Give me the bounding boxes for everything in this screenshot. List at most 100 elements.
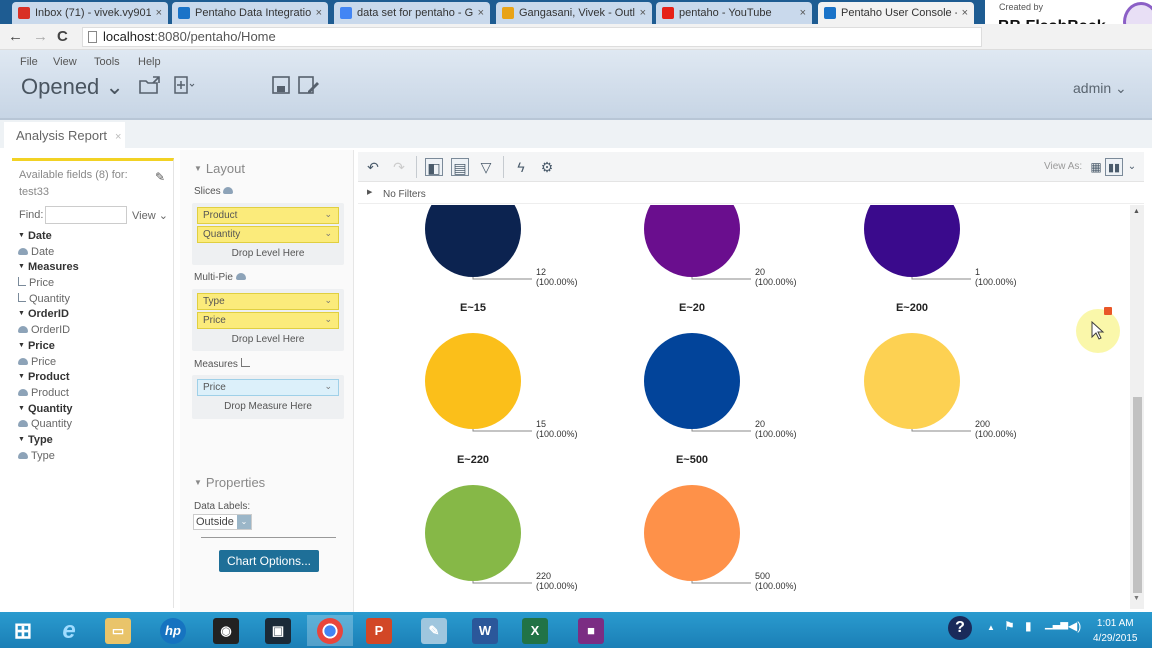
browser-tab[interactable]: Gangasani, Vivek - Outloo × xyxy=(496,2,652,24)
chevron-down-icon[interactable]: ⌄ xyxy=(324,314,332,325)
taskbar-powerpoint[interactable]: P xyxy=(356,615,402,646)
multipie-pill-price[interactable]: Price ⌄ xyxy=(197,312,339,329)
close-tab-icon[interactable]: × xyxy=(800,7,806,19)
pie-slice[interactable] xyxy=(425,205,521,277)
scrollbar-thumb[interactable] xyxy=(1133,397,1142,593)
layout-section-toggle[interactable]: ▼ Layout xyxy=(194,161,245,176)
volume-icon[interactable]: ◀) xyxy=(1068,619,1081,633)
field-item[interactable]: Price xyxy=(18,276,168,292)
multipie-pill-type[interactable]: Type ⌄ xyxy=(197,293,339,310)
close-tab-icon[interactable]: × xyxy=(962,7,968,19)
menu-tools[interactable]: Tools xyxy=(94,56,120,68)
url-input[interactable]: localhost:8080/pentaho/Home xyxy=(82,27,982,47)
close-tab-icon[interactable]: × xyxy=(115,131,121,143)
system-clock[interactable]: 1:01 AM 4/29/2015 xyxy=(1093,616,1138,646)
close-tab-icon[interactable]: × xyxy=(478,7,484,19)
field-group[interactable]: ▼ Quantity xyxy=(18,402,168,418)
toggle-fields-panel-icon[interactable]: ▤ xyxy=(451,158,469,176)
field-item[interactable]: Type xyxy=(18,449,168,465)
multipie-drop-zone[interactable]: Type ⌄ Price ⌄ Drop Level Here xyxy=(192,289,344,351)
slice-pill-quantity[interactable]: Quantity ⌄ xyxy=(197,226,339,243)
field-group[interactable]: ▼ Product xyxy=(18,370,168,386)
expand-triangle-icon[interactable]: ▶ xyxy=(367,188,372,196)
tab-analysis-report[interactable]: Analysis Report × xyxy=(4,122,125,148)
pie-slice[interactable] xyxy=(425,333,521,429)
field-item[interactable]: Quantity xyxy=(18,292,168,308)
toggle-layout-panel-icon[interactable]: ◧ xyxy=(425,158,443,176)
taskbar-start-button[interactable]: ⊞ xyxy=(0,615,46,646)
view-dropdown[interactable]: View ⌄ xyxy=(132,209,168,222)
scroll-up-icon[interactable]: ▲ xyxy=(1133,208,1140,215)
field-group[interactable]: ▼ Date xyxy=(18,229,168,245)
pie-slice[interactable] xyxy=(644,205,740,277)
taskbar-word[interactable]: W xyxy=(462,615,508,646)
slices-drop-zone[interactable]: Product ⌄ Quantity ⌄ Drop Level Here xyxy=(192,203,344,265)
chart-view-icon[interactable]: ▮▮ xyxy=(1105,158,1123,176)
taskbar-excel[interactable]: X xyxy=(512,615,558,646)
menu-view[interactable]: View xyxy=(53,56,77,68)
collapse-triangle-icon[interactable]: ▼ xyxy=(18,263,25,270)
auto-refresh-icon[interactable]: ϟ xyxy=(512,158,530,176)
close-tab-icon[interactable]: × xyxy=(156,7,162,19)
properties-section-toggle[interactable]: ▼ Properties xyxy=(194,475,265,490)
close-tab-icon[interactable]: × xyxy=(640,7,646,19)
new-document-icon[interactable] xyxy=(174,76,195,94)
measure-pill-price[interactable]: Price ⌄ xyxy=(197,379,339,396)
forward-button[interactable]: → xyxy=(33,28,48,45)
collapse-triangle-icon[interactable]: ▼ xyxy=(18,436,25,443)
field-item[interactable]: Price xyxy=(18,355,168,371)
filter-icon[interactable]: ▽ xyxy=(477,158,495,176)
menu-file[interactable]: File xyxy=(20,56,38,68)
chevron-down-icon[interactable]: ⌄ xyxy=(324,381,332,392)
chart-options-button[interactable]: Chart Options... xyxy=(219,550,319,572)
perspective-selector[interactable]: Opened ⌄ xyxy=(21,74,124,100)
redo-icon[interactable]: ↷ xyxy=(390,158,408,176)
pie-slice[interactable] xyxy=(864,205,960,277)
field-group[interactable]: ▼ OrderID xyxy=(18,307,168,323)
open-folder-icon[interactable] xyxy=(139,76,160,94)
chevron-down-icon[interactable]: ⌄ xyxy=(324,295,332,306)
field-item[interactable]: Date xyxy=(18,245,168,261)
find-input[interactable] xyxy=(45,206,127,224)
taskbar-chrome[interactable]: ● xyxy=(307,615,353,646)
edit-pencil-icon[interactable]: ✎ xyxy=(155,170,165,184)
data-labels-select[interactable]: Outside ⌄ xyxy=(193,514,252,530)
show-hidden-icons[interactable]: ▲ xyxy=(987,623,995,632)
view-as-chevron-icon[interactable]: ⌄ xyxy=(1123,158,1141,176)
collapse-triangle-icon[interactable]: ▼ xyxy=(18,405,25,412)
chevron-down-icon[interactable]: ⌄ xyxy=(237,515,251,529)
field-item[interactable]: Quantity xyxy=(18,417,168,433)
power-icon[interactable]: ▮ xyxy=(1025,619,1032,633)
browser-tab[interactable]: Inbox (71) - vivek.vy901@ × xyxy=(12,2,168,24)
user-menu[interactable]: admin ⌄ xyxy=(1073,80,1127,97)
browser-tab[interactable]: data set for pentaho - Goo × xyxy=(334,2,490,24)
pie-slice[interactable] xyxy=(644,333,740,429)
table-view-icon[interactable]: ▦ xyxy=(1087,158,1105,176)
browser-tab[interactable]: Pentaho Data Integration × xyxy=(172,2,328,24)
browser-tab[interactable]: pentaho - YouTube × xyxy=(656,2,812,24)
browser-tab[interactable]: Pentaho User Console - A × xyxy=(818,2,974,24)
close-tab-icon[interactable]: × xyxy=(316,7,322,19)
taskbar-video-app[interactable]: ▣ xyxy=(255,615,301,646)
collapse-triangle-icon[interactable]: ▼ xyxy=(18,342,25,349)
network-signal-icon[interactable]: ▁▃▅ xyxy=(1045,619,1068,630)
field-group[interactable]: ▼ Measures xyxy=(18,260,168,276)
collapse-triangle-icon[interactable]: ▼ xyxy=(18,232,25,239)
action-center-flag-icon[interactable]: ⚑ xyxy=(1004,619,1015,633)
undo-icon[interactable]: ↶ xyxy=(364,158,382,176)
help-icon[interactable]: ? xyxy=(948,616,972,640)
scroll-down-icon[interactable]: ▼ xyxy=(1133,595,1140,602)
collapse-triangle-icon[interactable]: ▼ xyxy=(18,373,25,380)
taskbar-file-explorer[interactable]: ▭ xyxy=(95,615,141,646)
chart-scrollbar[interactable]: ▲ ▼ xyxy=(1130,205,1144,609)
chevron-down-icon[interactable]: ⌄ xyxy=(324,209,332,220)
pie-slice[interactable] xyxy=(864,333,960,429)
filter-bar[interactable]: ▶ No Filters xyxy=(358,184,1144,204)
measures-drop-zone[interactable]: Price ⌄ Drop Measure Here xyxy=(192,375,344,419)
save-as-icon[interactable] xyxy=(298,76,319,94)
pie-slice[interactable] xyxy=(425,485,521,581)
save-icon[interactable] xyxy=(272,76,292,94)
menu-help[interactable]: Help xyxy=(138,56,161,68)
taskbar-webcam[interactable]: ◉ xyxy=(203,615,249,646)
slice-pill-product[interactable]: Product ⌄ xyxy=(197,207,339,224)
